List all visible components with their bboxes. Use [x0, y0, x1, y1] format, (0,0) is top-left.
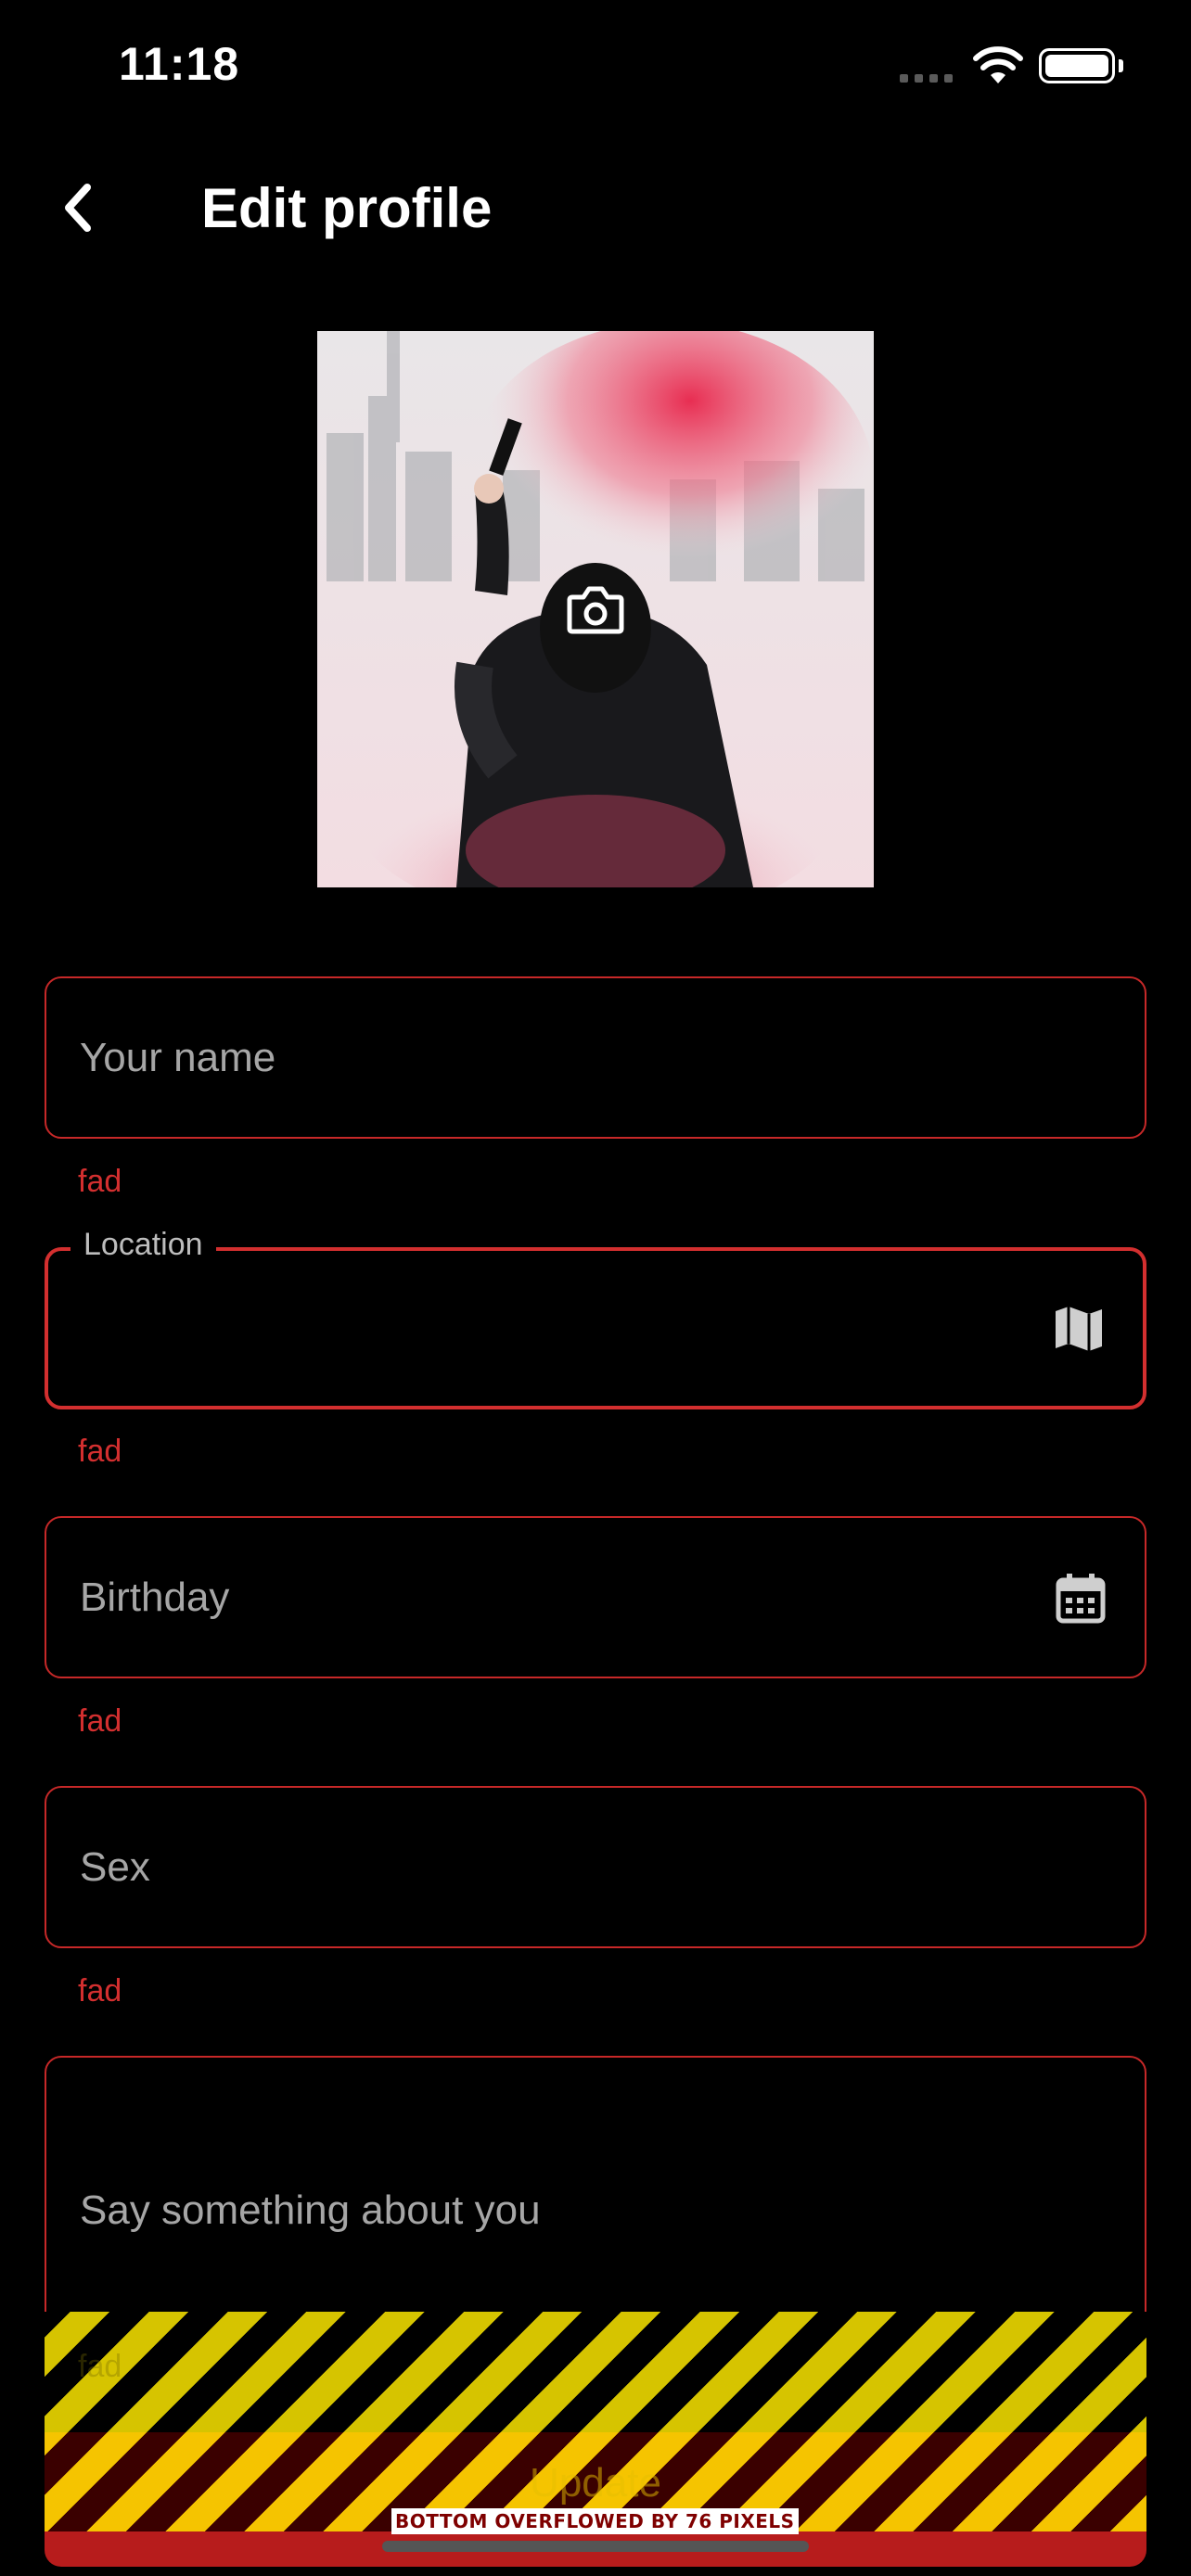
battery-tip — [1119, 59, 1123, 72]
wifi-icon — [973, 46, 1023, 83]
birthday-error: fad — [78, 1703, 122, 1739]
birthday-field[interactable]: Birthday — [45, 1516, 1146, 1678]
name-placeholder: Your name — [80, 1034, 276, 1080]
status-time: 11:18 — [119, 38, 240, 90]
camera-icon[interactable] — [563, 577, 628, 642]
battery-icon — [1039, 48, 1115, 83]
about-placeholder: Say something about you — [80, 2187, 541, 2233]
about-error: fad — [78, 2349, 122, 2384]
calendar-icon[interactable] — [1054, 1571, 1108, 1625]
location-field[interactable]: Location — [45, 1227, 1146, 1409]
sex-field[interactable]: Sex — [45, 1786, 1146, 1948]
location-label: Location — [70, 1227, 216, 1263]
sex-placeholder: Sex — [80, 1843, 150, 1890]
about-field[interactable]: Say something about you — [45, 2056, 1146, 2334]
overflow-warning-stripes: fad Update — [45, 2312, 1146, 2534]
back-button[interactable] — [48, 174, 108, 241]
profile-photo[interactable] — [317, 331, 874, 887]
map-icon[interactable] — [1052, 1302, 1106, 1356]
sex-error: fad — [78, 1973, 122, 2009]
status-bar: 11:18 — [0, 0, 1191, 139]
birthday-placeholder: Birthday — [80, 1574, 230, 1620]
location-error: fad — [78, 1434, 122, 1469]
name-error: fad — [78, 1164, 122, 1199]
home-indicator[interactable] — [382, 2541, 809, 2552]
name-field[interactable]: Your name — [45, 976, 1146, 1139]
page-title: Edit profile — [201, 177, 493, 239]
overflow-warning-label: BOTTOM OVERFLOWED BY 76 PIXELS — [391, 2508, 799, 2534]
cellular-signal-icon — [900, 74, 953, 83]
chevron-left-icon — [65, 184, 91, 232]
